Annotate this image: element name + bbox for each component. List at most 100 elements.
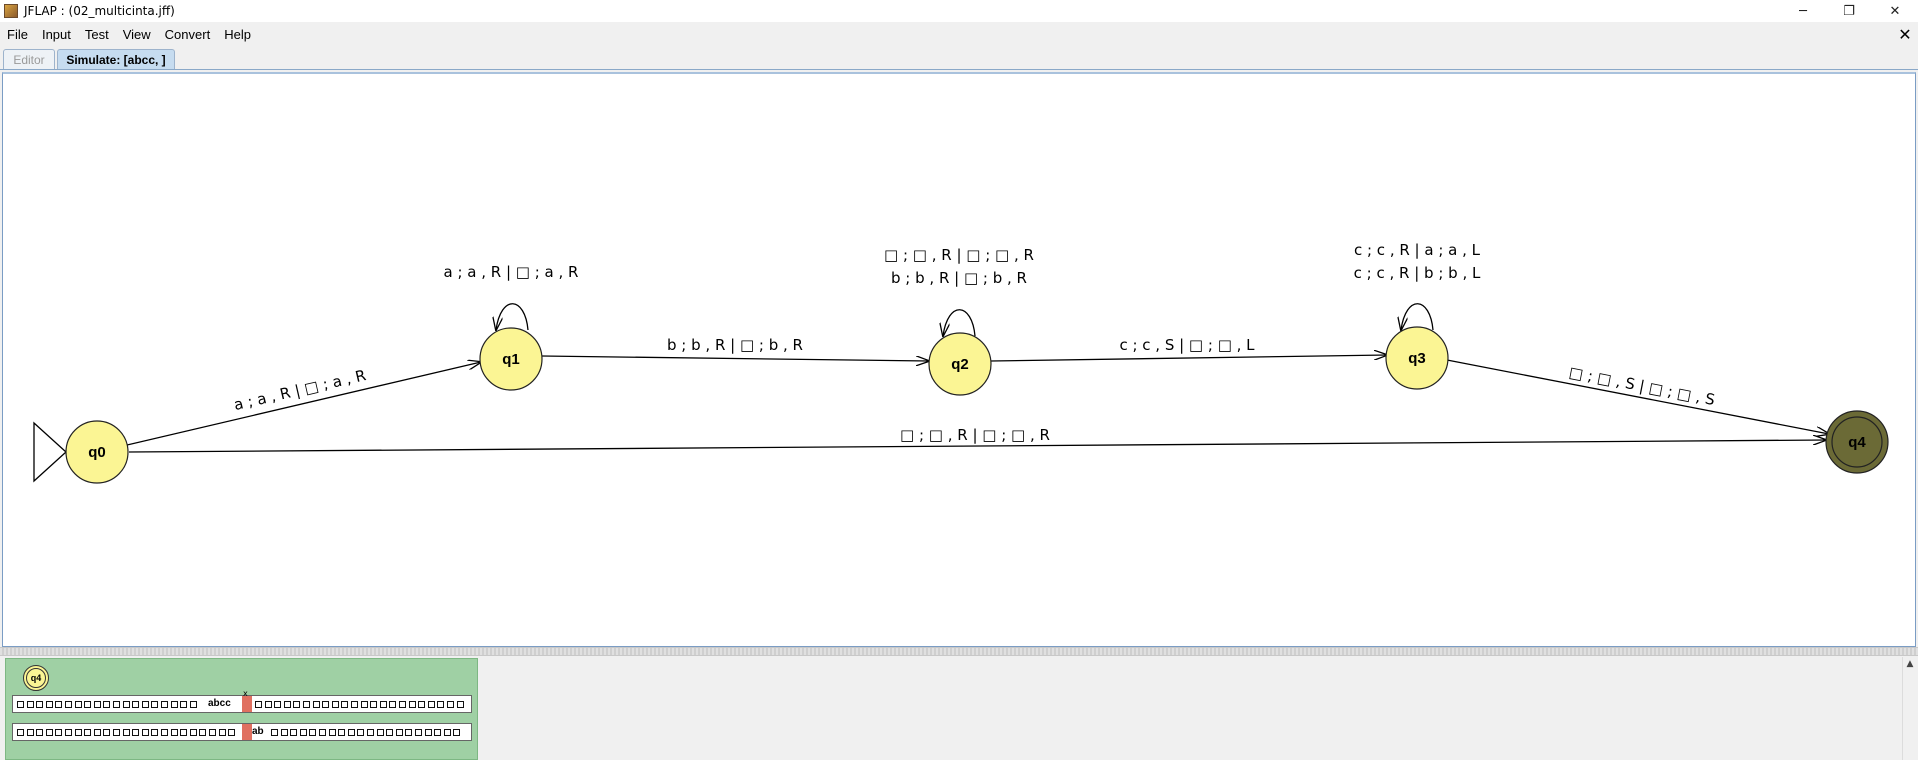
- blank-cell: [283, 701, 291, 708]
- menu-convert[interactable]: Convert: [158, 27, 218, 42]
- label-q2-q3: c ; c , S | □ ; □ , L: [1119, 336, 1255, 354]
- menu-input[interactable]: Input: [35, 27, 78, 42]
- svg-text:q0: q0: [88, 444, 106, 461]
- blank-cell: [437, 701, 445, 708]
- blank-cell: [370, 701, 378, 708]
- state-q1[interactable]: q1: [479, 327, 543, 391]
- state-q0[interactable]: q0: [65, 420, 129, 484]
- blank-cell: [26, 701, 34, 708]
- automaton-canvas[interactable]: a ; a , R | □ ; a , R □ ; □ , R | □ ; □ …: [2, 72, 1916, 647]
- scroll-up-icon[interactable]: ▲: [1903, 657, 1917, 671]
- label-q2-loop-1: □ ; □ , R | □ ; □ , R: [884, 246, 1034, 264]
- blank-cell: [280, 729, 288, 736]
- edge-q1-q2[interactable]: [541, 355, 929, 361]
- blank-cell: [427, 701, 435, 708]
- minimize-button[interactable]: ─: [1780, 0, 1826, 22]
- blank-cell: [408, 701, 416, 708]
- tab-simulate[interactable]: Simulate: [abcc, ]: [57, 49, 175, 69]
- blank-cell: [45, 701, 53, 708]
- blank-cell: [36, 729, 44, 736]
- label-q1-loop: a ; a , R | □ ; a , R: [444, 263, 579, 281]
- state-q2[interactable]: q2: [928, 332, 992, 396]
- jflap-window: JFLAP : (02_multicinta.jff) ─ ❐ ✕ File I…: [0, 0, 1918, 760]
- blank-cell: [322, 701, 330, 708]
- config-scrollbar[interactable]: ▲: [1902, 657, 1916, 760]
- blank-cell: [228, 729, 236, 736]
- blank-cell: [347, 729, 355, 736]
- blank-cell: [151, 729, 159, 736]
- edge-q0-q1[interactable]: [126, 362, 481, 446]
- blank-cell: [293, 701, 301, 708]
- blank-cell: [74, 729, 82, 736]
- menu-view[interactable]: View: [116, 27, 158, 42]
- tape-1-head-marker: x: [243, 689, 248, 698]
- blank-cell: [93, 701, 101, 708]
- blank-cell: [55, 729, 63, 736]
- blank-cell: [453, 729, 461, 736]
- menu-test[interactable]: Test: [78, 27, 116, 42]
- blank-cell: [132, 701, 140, 708]
- blank-cell: [271, 729, 278, 736]
- label-q3-q4: □ ; □ , S | □ ; □ , S: [1568, 363, 1717, 409]
- tape-2-head: [242, 724, 252, 740]
- blank-cell: [17, 729, 24, 736]
- blank-cell: [113, 701, 120, 708]
- blank-cell: [447, 701, 454, 708]
- label-q3-loop-1: c ; c , R | a ; a , L: [1354, 241, 1481, 259]
- window-controls: ─ ❐ ✕: [1780, 0, 1918, 22]
- blank-cell: [341, 701, 349, 708]
- label-q2-loop-2: b ; b , R | □ ; b , R: [891, 269, 1027, 287]
- blank-cell: [456, 701, 464, 708]
- state-q3[interactable]: q3: [1385, 326, 1449, 390]
- svg-text:q2: q2: [951, 356, 969, 373]
- blank-cell: [360, 701, 368, 708]
- split-pane-divider[interactable]: [0, 647, 1918, 656]
- svg-text:q3: q3: [1408, 350, 1426, 367]
- blank-cell: [399, 701, 406, 708]
- blank-cell: [209, 729, 216, 736]
- blank-cell: [141, 729, 149, 736]
- blank-cell: [424, 729, 432, 736]
- blank-cell: [443, 729, 451, 736]
- menu-help[interactable]: Help: [217, 27, 258, 42]
- blank-cell: [122, 729, 130, 736]
- menu-file[interactable]: File: [0, 27, 35, 42]
- blank-cell: [84, 729, 92, 736]
- blank-cell: [351, 701, 358, 708]
- tab-editor[interactable]: Editor: [3, 49, 55, 69]
- configuration-pane: q4 abcc x ab: [0, 656, 1918, 760]
- config-state-label: q4: [26, 668, 46, 688]
- maximize-button[interactable]: ❐: [1826, 0, 1872, 22]
- edge-q2-q3[interactable]: [990, 355, 1387, 362]
- blank-cell: [103, 701, 111, 708]
- close-tab-icon[interactable]: ✕: [1896, 25, 1914, 44]
- loop-q2[interactable]: [943, 309, 976, 336]
- tape-1-head: [242, 696, 252, 712]
- svg-text:q1: q1: [502, 351, 520, 368]
- automaton-diagram: a ; a , R | □ ; a , R □ ; □ , R | □ ; □ …: [33, 241, 1889, 484]
- blank-cell: [103, 729, 111, 736]
- close-window-button[interactable]: ✕: [1872, 0, 1918, 22]
- blank-cell: [113, 729, 120, 736]
- blank-cell: [36, 701, 44, 708]
- title-bar: JFLAP : (02_multicinta.jff) ─ ❐ ✕: [0, 0, 1918, 22]
- blank-cell: [328, 729, 336, 736]
- label-q3-loop-2: c ; c , R | b ; b , L: [1354, 264, 1481, 282]
- loop-q1[interactable]: [496, 303, 529, 330]
- svg-text:q4: q4: [1848, 434, 1866, 451]
- blank-cell: [303, 701, 310, 708]
- blank-cell: [386, 729, 394, 736]
- blank-cell: [65, 701, 72, 708]
- blank-cell: [132, 729, 140, 736]
- blank-cell: [405, 729, 413, 736]
- configuration-card[interactable]: q4 abcc x ab: [5, 658, 478, 760]
- loop-q3[interactable]: [1401, 303, 1434, 330]
- state-q4-final[interactable]: q4: [1825, 410, 1889, 474]
- edge-q3-q4[interactable]: [1446, 359, 1829, 434]
- blank-cell: [180, 701, 188, 708]
- blank-cell: [434, 729, 442, 736]
- blank-cell: [418, 701, 426, 708]
- blank-cell: [290, 729, 298, 736]
- blank-cell: [264, 701, 272, 708]
- blank-cell: [189, 701, 197, 708]
